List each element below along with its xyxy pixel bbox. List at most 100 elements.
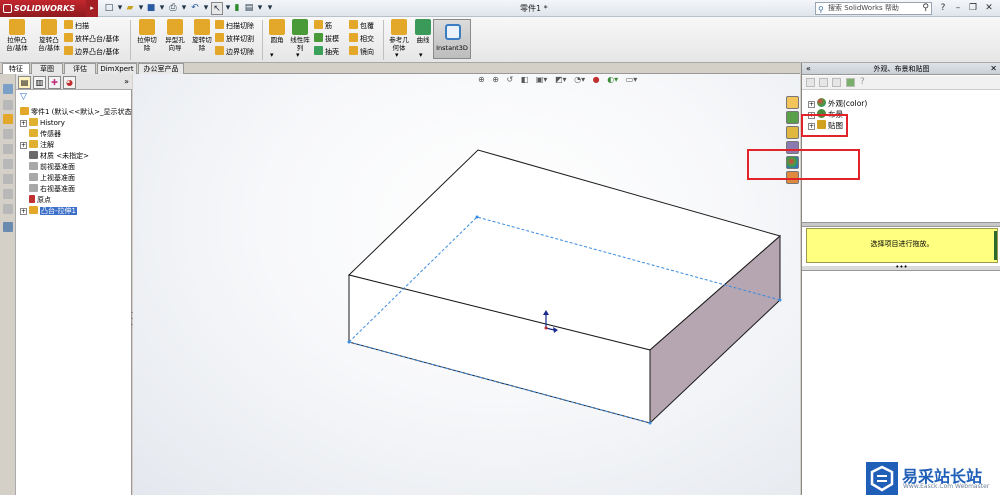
tree-item-history[interactable]: + History <box>20 118 65 128</box>
expand-toggle[interactable]: + <box>20 142 27 149</box>
hint-scrollbar[interactable] <box>994 231 997 260</box>
filter-icon[interactable]: ▽ <box>20 92 27 102</box>
loft-boss-button[interactable]: 放样凸台/基体 <box>64 33 119 44</box>
extruded-cut-button[interactable]: 拉伸切 除 <box>132 19 162 52</box>
tab-sketch[interactable]: 草图 <box>31 63 63 74</box>
grid-icon[interactable] <box>3 84 13 94</box>
tree-root[interactable]: 零件1 (默认<<默认>_显示状态 <box>20 107 132 117</box>
close-icon[interactable]: ✕ <box>990 63 997 75</box>
reference-geometry-dropdown-icon[interactable]: ▾ <box>395 50 399 61</box>
boundary-cut-button[interactable]: 边界切除 <box>215 46 254 57</box>
new-icon[interactable]: □ <box>103 2 115 15</box>
tree-item-right-plane[interactable]: 右视基准面 <box>29 184 75 194</box>
configuration-manager-tab-icon[interactable]: ✚ <box>48 76 61 89</box>
new-dropdown-icon[interactable]: ▾ <box>116 2 124 15</box>
home-icon[interactable] <box>786 96 799 109</box>
design-library-icon[interactable] <box>786 111 799 124</box>
mirror-button[interactable]: 镜向 <box>349 46 374 57</box>
tree-item-annotations[interactable]: + 注解 <box>20 140 54 150</box>
lofted-cut-button[interactable]: 放样切割 <box>215 33 254 44</box>
traffic-light-icon[interactable]: ▮ <box>233 2 241 15</box>
fillet-dropdown-icon[interactable]: ▾ <box>270 50 274 61</box>
restore-icon[interactable]: ❐ <box>966 2 980 15</box>
tree-item-material[interactable]: 材质 <未指定> <box>29 151 89 161</box>
tree-item-boss-extrude1[interactable]: + 凸台-拉伸1 <box>20 206 77 216</box>
select-dropdown-icon[interactable]: ▾ <box>224 2 232 15</box>
tab-features[interactable]: 特征 <box>2 63 30 74</box>
tool-icon[interactable] <box>3 100 13 110</box>
search-go-icon[interactable]: ⚲ <box>922 3 929 14</box>
options-dropdown-icon[interactable]: ▾ <box>256 2 264 15</box>
undo-icon[interactable]: ↶ <box>189 2 201 15</box>
close-icon[interactable]: ✕ <box>982 2 996 15</box>
minimize-icon[interactable]: – <box>951 2 965 15</box>
help-icon[interactable]: ? <box>860 78 869 87</box>
tree-item-front-plane[interactable]: 前视基准面 <box>29 162 75 172</box>
open-dropdown-icon[interactable]: ▾ <box>137 2 145 15</box>
up-icon[interactable] <box>832 78 841 87</box>
search-help-input[interactable]: ⚲ 搜索 SolidWorks 帮助 ⚲ <box>815 2 932 15</box>
more-tabs-icon[interactable]: » <box>124 77 129 86</box>
solidworks-logo[interactable]: SOLIDWORKS <box>0 0 86 17</box>
extruded-boss-button[interactable]: 拉伸凸 台/基体 <box>2 19 32 52</box>
tree-item-origin[interactable]: 原点 <box>29 195 51 205</box>
add-icon[interactable] <box>846 78 855 87</box>
hole-wizard-button[interactable]: 异型孔 向导 <box>160 19 190 52</box>
collapse-icon[interactable]: « <box>806 63 811 75</box>
boundary-boss-button[interactable]: 边界凸台/基体 <box>64 46 119 57</box>
revolved-boss-button[interactable]: 旋转凸 台/基体 <box>34 19 64 52</box>
toolbar-menu-icon[interactable]: ▾ <box>266 2 274 15</box>
swept-cut-button[interactable]: 扫描切除 <box>215 20 254 31</box>
tool-icon[interactable] <box>3 144 13 154</box>
appearance-item-color[interactable]: + 外观(color) <box>808 98 867 109</box>
pane-divider[interactable] <box>802 222 1000 227</box>
property-manager-tab-icon[interactable]: ▥ <box>33 76 46 89</box>
save-icon[interactable]: ■ <box>145 2 157 15</box>
tool-icon[interactable] <box>3 204 13 214</box>
print-icon[interactable]: ⎙ <box>167 2 179 15</box>
expand-toggle[interactable]: + <box>20 120 27 127</box>
instant3d-button[interactable]: Instant3D <box>433 19 471 59</box>
help-icon[interactable]: ? <box>936 2 950 15</box>
tree-item-sensors[interactable]: 传感器 <box>29 129 61 139</box>
expand-toggle[interactable]: + <box>20 208 27 215</box>
undo-dropdown-icon[interactable]: ▾ <box>202 2 210 15</box>
tool-icon[interactable] <box>3 189 13 199</box>
tab-dimxpert[interactable]: DimXpert <box>97 63 137 74</box>
measure-icon[interactable] <box>3 222 13 232</box>
display-manager-tab-icon[interactable]: ◕ <box>63 76 76 89</box>
graphics-area[interactable]: ⊕ ⊕ ↺ ◧ ▣▾ ◩▾ ◔▾ ● ◐▾ ▭▾ <box>133 74 800 495</box>
draft-button[interactable]: 拔模 <box>314 33 339 44</box>
pane-splitter[interactable]: ••• <box>802 264 1000 271</box>
save-dropdown-icon[interactable]: ▾ <box>158 2 166 15</box>
tool-icon[interactable] <box>3 129 13 139</box>
shell-button[interactable]: 抽壳 <box>314 46 339 57</box>
wrap-button[interactable]: 包覆 <box>349 20 374 31</box>
intersect-button[interactable]: 相交 <box>349 33 374 44</box>
tree-item-top-plane[interactable]: 上视基准面 <box>29 173 75 183</box>
tab-evaluate[interactable]: 评估 <box>64 63 96 74</box>
tool-icon[interactable] <box>3 174 13 184</box>
revolved-cut-button[interactable]: 旋转切 除 <box>187 19 217 52</box>
curves-dropdown-icon[interactable]: ▾ <box>419 50 423 61</box>
box-model[interactable] <box>133 74 800 495</box>
pattern-dropdown-icon[interactable]: ▾ <box>296 50 300 61</box>
feature-icon[interactable] <box>3 114 13 124</box>
tab-office-products[interactable]: 办公室产品 <box>138 63 184 74</box>
sweep-button[interactable]: 扫描 <box>64 20 89 31</box>
linear-pattern-button[interactable]: 线性阵 列 <box>285 19 315 52</box>
back-icon[interactable] <box>806 78 815 87</box>
expand-toggle[interactable]: + <box>808 101 815 108</box>
menu-arrow-icon[interactable]: ▸ <box>86 0 98 17</box>
options-icon[interactable]: ▤ <box>243 2 255 15</box>
tool-icon[interactable] <box>3 159 13 169</box>
file-explorer-icon[interactable] <box>786 126 799 139</box>
select-icon[interactable]: ↖ <box>211 2 223 15</box>
open-icon[interactable]: ▰ <box>124 2 136 15</box>
material-icon <box>29 151 38 159</box>
rib-button[interactable]: 筋 <box>314 20 332 31</box>
forward-icon[interactable] <box>819 78 828 87</box>
print-dropdown-icon[interactable]: ▾ <box>180 2 188 15</box>
feature-tree-tab-icon[interactable]: ▤ <box>18 76 31 89</box>
part-icon <box>20 107 29 115</box>
